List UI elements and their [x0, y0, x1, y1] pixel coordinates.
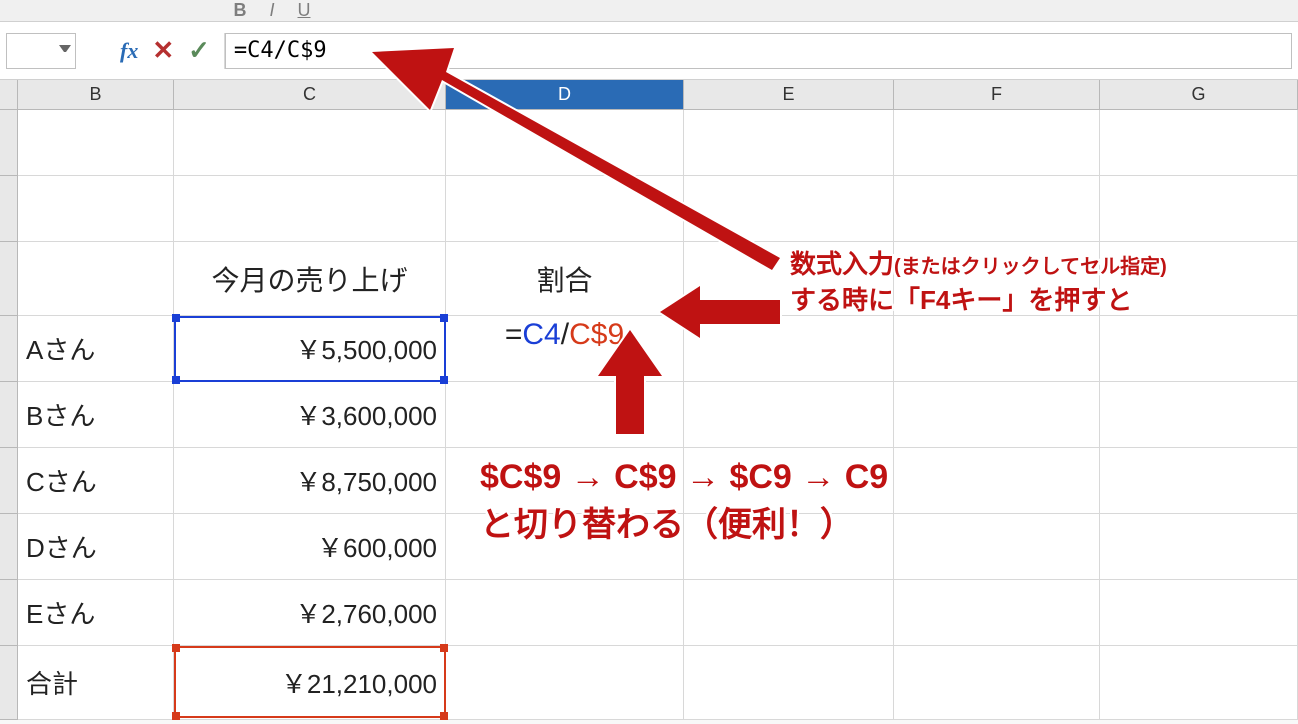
select-all-corner[interactable] — [0, 80, 18, 110]
cell-value[interactable]: ￥8,750,000 — [174, 448, 446, 514]
cell[interactable] — [1100, 242, 1298, 316]
table-row: Cさん ￥8,750,000 — [0, 448, 1298, 514]
cell[interactable] — [684, 316, 894, 382]
cell[interactable] — [1100, 316, 1298, 382]
grid-body: 今月の売り上げ 割合 Aさん ￥5,500,000 =C4/C$9 Bさん ￥3… — [0, 110, 1298, 720]
cancel-icon[interactable]: ✕ — [152, 35, 174, 66]
cell[interactable] — [1100, 514, 1298, 580]
cell[interactable] — [684, 514, 894, 580]
cell[interactable] — [894, 316, 1100, 382]
cell[interactable] — [446, 110, 684, 176]
spreadsheet: B C D E F G 今月の — [0, 80, 1298, 720]
bold-icon[interactable]: B — [230, 2, 250, 20]
row-label[interactable]: Bさん — [18, 382, 174, 448]
table-row: 合計 ￥21,210,000 — [0, 646, 1298, 720]
row-header[interactable] — [0, 316, 18, 382]
chevron-down-icon[interactable] — [59, 45, 71, 57]
cell[interactable] — [446, 580, 684, 646]
column-header-row: B C D E F G — [0, 80, 1298, 110]
formula-eq: = — [505, 318, 523, 352]
table-row — [0, 176, 1298, 242]
cell[interactable] — [684, 646, 894, 720]
editing-cell[interactable]: =C4/C$9 — [446, 316, 684, 382]
cell[interactable] — [894, 580, 1100, 646]
cell-value-total[interactable]: ￥21,210,000 — [174, 646, 446, 720]
cell[interactable] — [1100, 580, 1298, 646]
col-header-c[interactable]: C — [174, 80, 446, 110]
table-row: Eさん ￥2,760,000 — [0, 580, 1298, 646]
col-header-g[interactable]: G — [1100, 80, 1298, 110]
formula-ref2: C$9 — [569, 318, 624, 352]
table-row — [0, 110, 1298, 176]
row-label[interactable]: Dさん — [18, 514, 174, 580]
cell-value[interactable]: ￥3,600,000 — [174, 382, 446, 448]
row-header[interactable] — [0, 242, 18, 316]
cell[interactable] — [684, 448, 894, 514]
cell[interactable] — [446, 448, 684, 514]
col-header-d[interactable]: D — [446, 80, 684, 110]
cell[interactable] — [684, 176, 894, 242]
cell[interactable] — [446, 646, 684, 720]
underline-icon[interactable]: U — [294, 2, 314, 20]
header-ratio[interactable]: 割合 — [446, 242, 684, 316]
cell[interactable] — [1100, 448, 1298, 514]
formula-bar: fx ✕ ✓ =C4/C$9 — [0, 22, 1298, 80]
cell[interactable] — [446, 382, 684, 448]
cell[interactable] — [894, 382, 1100, 448]
row-header[interactable] — [0, 580, 18, 646]
cell[interactable] — [1100, 646, 1298, 720]
cell-value[interactable]: ￥5,500,000 — [174, 316, 446, 382]
row-label[interactable]: Cさん — [18, 448, 174, 514]
cell[interactable] — [174, 176, 446, 242]
cell[interactable] — [684, 382, 894, 448]
cell[interactable] — [894, 514, 1100, 580]
formula-slash: / — [561, 318, 569, 352]
cell[interactable] — [18, 110, 174, 176]
accept-icon[interactable]: ✓ — [188, 35, 210, 66]
formula-input[interactable]: =C4/C$9 — [225, 33, 1292, 69]
header-sales[interactable]: 今月の売り上げ — [174, 242, 446, 316]
row-header[interactable] — [0, 176, 18, 242]
row-header[interactable] — [0, 646, 18, 720]
cell[interactable] — [684, 242, 894, 316]
cell-value[interactable]: ￥600,000 — [174, 514, 446, 580]
row-label[interactable]: Eさん — [18, 580, 174, 646]
cell[interactable] — [894, 448, 1100, 514]
cell-value[interactable]: ￥2,760,000 — [174, 580, 446, 646]
row-label-total[interactable]: 合計 — [18, 646, 174, 720]
row-header[interactable] — [0, 514, 18, 580]
cell[interactable] — [174, 110, 446, 176]
col-header-f[interactable]: F — [894, 80, 1100, 110]
table-row: Bさん ￥3,600,000 — [0, 382, 1298, 448]
cell[interactable] — [18, 176, 174, 242]
name-box[interactable] — [6, 33, 76, 69]
table-row: 今月の売り上げ 割合 — [0, 242, 1298, 316]
table-row: Aさん ￥5,500,000 =C4/C$9 — [0, 316, 1298, 382]
cell[interactable] — [894, 176, 1100, 242]
toolbar-strip: B I U — [0, 0, 1298, 22]
cell[interactable] — [684, 580, 894, 646]
row-label[interactable]: Aさん — [18, 316, 174, 382]
fx-icon[interactable]: fx — [120, 38, 138, 64]
cell[interactable] — [446, 176, 684, 242]
row-header[interactable] — [0, 448, 18, 514]
row-header[interactable] — [0, 110, 18, 176]
row-header[interactable] — [0, 382, 18, 448]
cell[interactable] — [1100, 110, 1298, 176]
cell[interactable] — [18, 242, 174, 316]
table-row: Dさん ￥600,000 — [0, 514, 1298, 580]
formula-text: =C4/C$9 — [234, 38, 327, 63]
col-header-e[interactable]: E — [684, 80, 894, 110]
cell[interactable] — [684, 110, 894, 176]
formula-ref1: C4 — [522, 318, 560, 352]
cell[interactable] — [894, 242, 1100, 316]
cell[interactable] — [446, 514, 684, 580]
col-header-b[interactable]: B — [18, 80, 174, 110]
cell[interactable] — [1100, 382, 1298, 448]
formula-actions: fx ✕ ✓ — [106, 33, 225, 69]
cell[interactable] — [1100, 176, 1298, 242]
cell[interactable] — [894, 110, 1100, 176]
cell[interactable] — [894, 646, 1100, 720]
italic-icon[interactable]: I — [262, 2, 282, 20]
